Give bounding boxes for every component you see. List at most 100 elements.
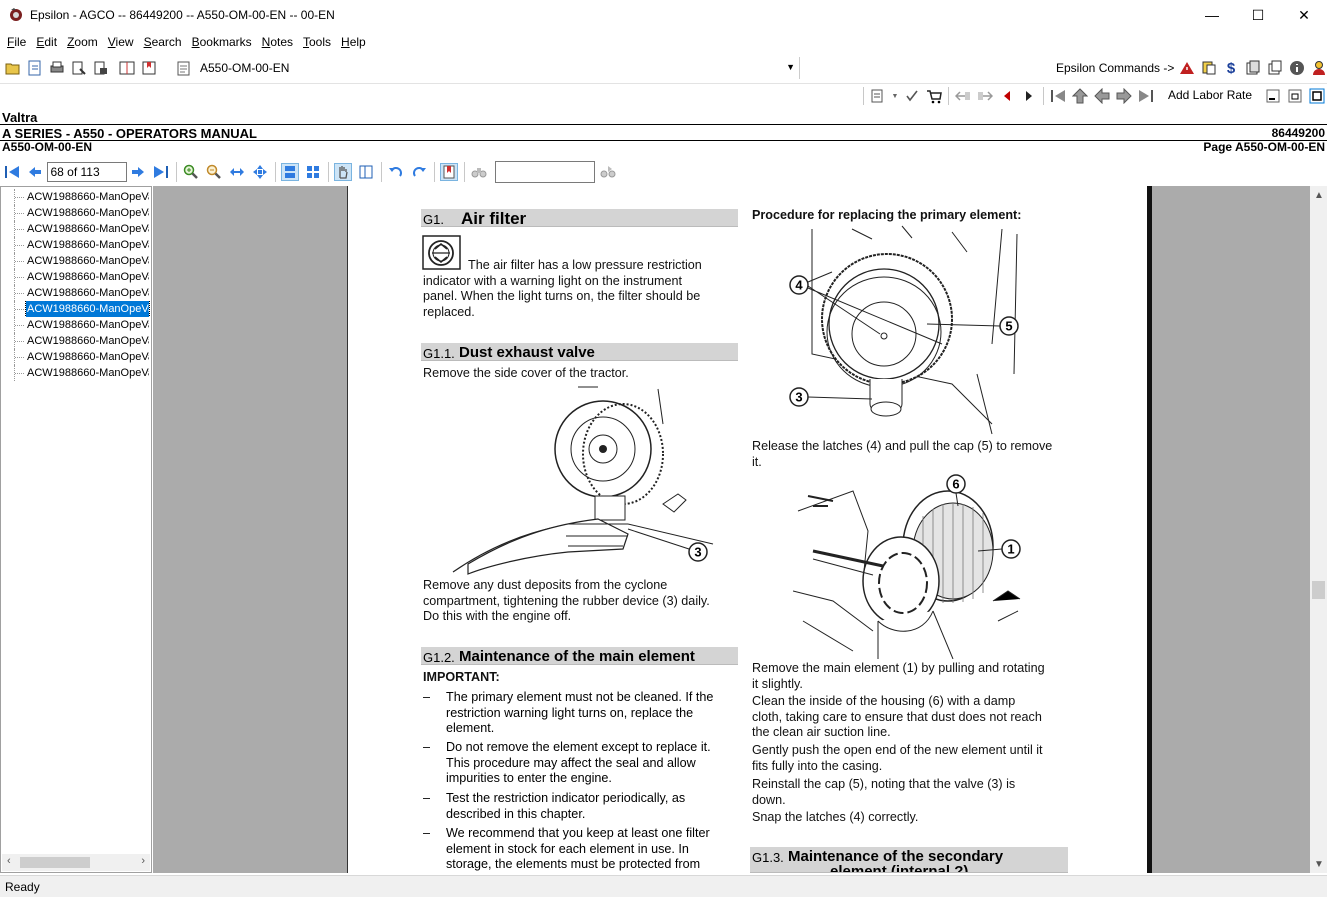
tree-item[interactable]: ACW1988660-ManOpeVa (1, 285, 151, 301)
window-restore-doc-icon[interactable] (1286, 87, 1304, 105)
dust-valve-figure: 3 (452, 386, 714, 575)
chevron-down-icon[interactable]: ▼ (786, 62, 795, 72)
close-button[interactable]: ✕ (1281, 0, 1327, 30)
release-line1: Release the latches (4) and pull the cap… (752, 439, 1053, 453)
fit-width-icon[interactable] (228, 163, 246, 181)
g11-after-line1: Remove any dust deposits from the cyclon… (423, 578, 668, 592)
first-topic-icon[interactable] (1049, 87, 1067, 105)
history-back-icon[interactable] (954, 87, 972, 105)
previous-page-icon[interactable] (26, 163, 44, 181)
last-topic-icon[interactable] (1137, 87, 1155, 105)
notes-list-icon[interactable] (869, 87, 887, 105)
tree-item-selected[interactable]: ACW1988660-ManOpeVa (1, 301, 151, 317)
document-viewer[interactable]: G1. Air filter The air filter has a low … (153, 186, 1310, 873)
menu-zoom[interactable]: Zoom (62, 35, 103, 49)
tree-item[interactable]: ACW1988660-ManOpeVa (1, 205, 151, 221)
print-pages-icon[interactable] (1266, 59, 1284, 77)
rotate-right-icon[interactable] (410, 163, 428, 181)
tree-horizontal-scrollbar[interactable]: ‹ › (2, 854, 150, 871)
cart-icon[interactable] (925, 87, 943, 105)
tree-item[interactable]: ACW1988660-ManOpeVa (1, 349, 151, 365)
menu-file[interactable]: File (2, 35, 31, 49)
first-page-icon[interactable] (3, 163, 21, 181)
scroll-down-icon[interactable]: ▼ (1314, 859, 1324, 870)
page-number-input[interactable] (46, 162, 127, 182)
open-folder-icon[interactable] (4, 59, 22, 77)
scroll-up-icon[interactable]: ▲ (1314, 190, 1324, 201)
window-title: Epsilon - AGCO -- 86449200 -- A550-OM-00… (30, 8, 335, 22)
next-topic-icon[interactable] (1115, 87, 1133, 105)
next-arrow-icon[interactable] (1020, 87, 1038, 105)
tree-item[interactable]: ACW1988660-ManOpeVa (1, 189, 151, 205)
g11-after-line3: Do this with the engine off. (423, 609, 572, 623)
maximize-button[interactable]: ☐ (1235, 0, 1281, 30)
previous-red-arrow-icon[interactable] (998, 87, 1016, 105)
find-binoculars-icon[interactable] (470, 163, 488, 181)
tree-item[interactable]: ACW1988660-ManOpeVa (1, 253, 151, 269)
menu-help[interactable]: Help (336, 35, 371, 49)
menu-notes[interactable]: Notes (257, 35, 298, 49)
info-icon[interactable] (1288, 59, 1306, 77)
window-maximize-doc-icon[interactable] (1308, 87, 1326, 105)
callout-3: 3 (694, 545, 701, 560)
step-3: Gently push the open end of the new elem… (752, 743, 1043, 773)
checkmark-icon[interactable] (903, 87, 921, 105)
document-selector[interactable]: A550-OM-00-EN ▼ (172, 57, 800, 79)
search-go-icon[interactable] (599, 163, 617, 181)
price-dollar-icon[interactable]: $ (1222, 59, 1240, 77)
up-topic-icon[interactable] (1071, 87, 1089, 105)
warning-triangle-icon[interactable] (1178, 59, 1196, 77)
scroll-right-icon[interactable]: › (141, 855, 145, 867)
tree-item[interactable]: ACW1988660-ManOpeVa (1, 333, 151, 349)
last-page-icon[interactable] (152, 163, 170, 181)
g11-after-line2: compartment, tightening the rubber devic… (423, 594, 710, 608)
history-forward-icon[interactable] (976, 87, 994, 105)
menu-edit[interactable]: Edit (31, 35, 62, 49)
print-setup-icon[interactable] (92, 59, 110, 77)
search-input[interactable] (494, 161, 595, 183)
service-book-icon[interactable] (1244, 59, 1262, 77)
single-page-view-icon[interactable] (281, 163, 299, 181)
rotate-left-icon[interactable] (387, 163, 405, 181)
scrollbar-thumb[interactable] (20, 857, 90, 868)
tree-item[interactable]: ACW1988660-ManOpeVa (1, 221, 151, 237)
menu-view[interactable]: View (103, 35, 139, 49)
zoom-out-icon[interactable] (205, 163, 223, 181)
document-tree[interactable]: ACW1988660-ManOpeVa ACW1988660-ManOpeVa … (0, 186, 152, 873)
menu-bookmarks[interactable]: Bookmarks (187, 35, 257, 49)
book-open-icon[interactable] (118, 59, 136, 77)
menu-bar: File Edit Zoom View Search Bookmarks Not… (0, 32, 371, 52)
viewer-vertical-scrollbar[interactable]: ▲ ▼ (1310, 186, 1327, 873)
document-refresh-icon[interactable] (26, 59, 44, 77)
dropdown-arrow-icon[interactable]: ▼ (891, 87, 899, 105)
zoom-in-icon[interactable] (182, 163, 200, 181)
bookmark-book-icon[interactable] (140, 59, 158, 77)
previous-topic-icon[interactable] (1093, 87, 1111, 105)
split-view-icon[interactable] (357, 163, 375, 181)
tree-item[interactable]: ACW1988660-ManOpeVa (1, 365, 151, 381)
tree-item[interactable]: ACW1988660-ManOpeVa (1, 317, 151, 333)
next-page-icon[interactable] (129, 163, 147, 181)
g11-text: Remove the side cover of the tractor. (423, 366, 629, 380)
menu-search[interactable]: Search (139, 35, 187, 49)
add-labor-rate-button[interactable]: Add Labor Rate (1163, 87, 1257, 103)
bookmark-page-icon[interactable] (440, 163, 458, 181)
tree-item[interactable]: ACW1988660-ManOpeVa (1, 269, 151, 285)
window-minimize-doc-icon[interactable] (1264, 87, 1282, 105)
scroll-left-icon[interactable]: ‹ (7, 855, 11, 867)
print-icon[interactable] (48, 59, 66, 77)
parts-list-icon[interactable] (1200, 59, 1218, 77)
menu-tools[interactable]: Tools (298, 35, 336, 49)
scrollbar-thumb[interactable] (1312, 581, 1325, 599)
print-preview-icon[interactable] (70, 59, 88, 77)
document-header: Valtra A SERIES - A550 - OPERATORS MANUA… (0, 109, 1327, 155)
section-g12-title: Maintenance of the main element (459, 648, 695, 665)
minimize-button[interactable]: — (1189, 0, 1235, 30)
step-2: Clean the inside of the housing (6) with… (752, 694, 1042, 739)
tree-item[interactable]: ACW1988660-ManOpeVa (1, 237, 151, 253)
section-g11-header: G1.1. Dust exhaust valve (421, 343, 738, 361)
grid-view-icon[interactable] (304, 163, 322, 181)
user-icon[interactable] (1310, 59, 1327, 77)
fit-page-icon[interactable] (251, 163, 269, 181)
hand-pan-icon[interactable] (334, 163, 352, 181)
